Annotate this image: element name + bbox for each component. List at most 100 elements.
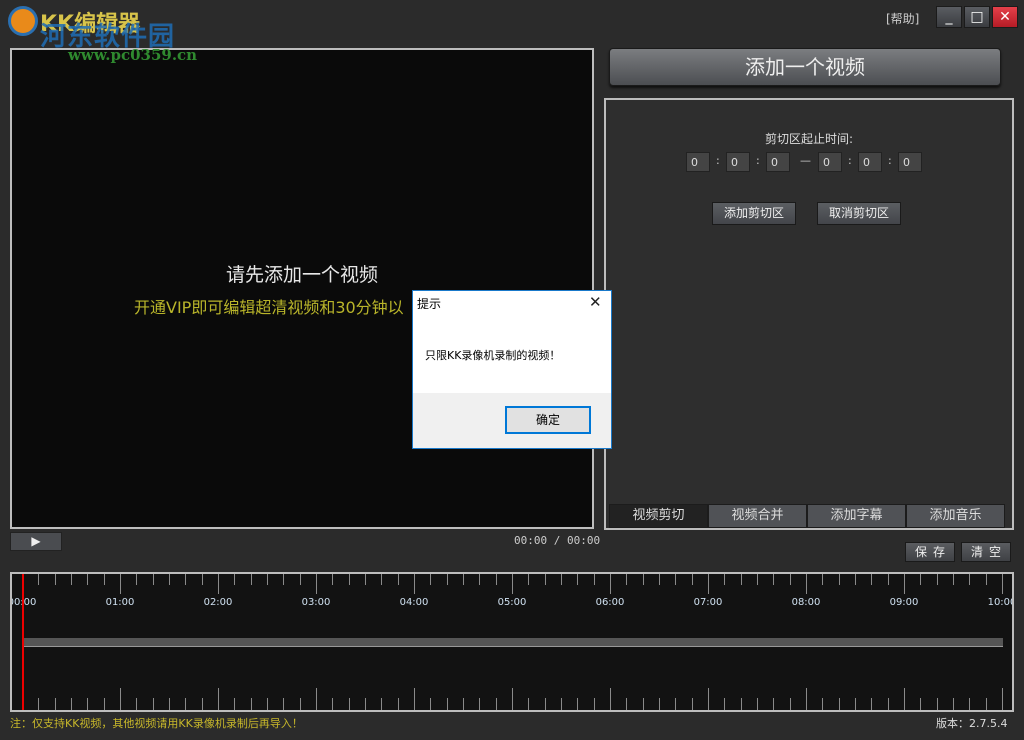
tick-mark <box>593 574 595 585</box>
tick-mark <box>1002 574 1003 594</box>
vip-promo-text[interactable]: 开通VIP即可编辑超清视频和30分钟以 <box>134 294 404 318</box>
tick-label: 08:00 <box>791 597 821 608</box>
tick-label: 05:00 <box>497 597 527 608</box>
video-preview: 请先添加一个视频 开通VIP即可编辑超清视频和30分钟以 <box>10 48 594 529</box>
tick-mark <box>675 574 677 585</box>
tick-mark <box>593 698 595 710</box>
end-minute-input[interactable]: 0 <box>858 152 882 172</box>
tick-mark <box>299 698 301 710</box>
tick-mark <box>201 698 203 710</box>
tick-mark <box>71 698 72 710</box>
tick-mark <box>234 698 236 710</box>
close-button[interactable]: ✕ <box>992 6 1018 28</box>
maximize-button[interactable]: □ <box>964 6 990 28</box>
dash: — <box>800 154 811 167</box>
tick-mark <box>397 698 399 710</box>
tab-video-merge[interactable]: 视频合并 <box>708 504 807 528</box>
tick-mark <box>332 574 334 585</box>
tick-mark <box>659 574 660 585</box>
tick-mark <box>1002 688 1003 710</box>
tick-mark <box>577 698 579 710</box>
tick-mark <box>446 698 448 710</box>
minimize-button[interactable]: _ <box>936 6 962 28</box>
start-hour-input[interactable]: 0 <box>686 152 710 172</box>
clear-button[interactable]: 清空 <box>961 542 1011 562</box>
tick-mark <box>120 574 121 594</box>
tick-label: 09:00 <box>889 597 919 608</box>
tick-mark <box>822 574 824 585</box>
tick-mark <box>381 574 383 585</box>
tick-mark <box>71 574 72 585</box>
tick-mark <box>283 698 285 710</box>
tick-mark <box>299 574 301 585</box>
version-label: 版本：2.7.5.4 <box>936 717 1008 730</box>
tick-mark <box>855 698 856 710</box>
tick-mark <box>953 698 954 710</box>
tick-label: 07:00 <box>693 597 723 608</box>
tick-mark <box>316 574 317 594</box>
tick-mark <box>969 698 971 710</box>
tick-mark <box>169 574 170 585</box>
add-video-button[interactable]: 添加一个视频 <box>609 48 1001 86</box>
tick-mark <box>103 574 105 585</box>
time-readout: 00:00 / 00:00 <box>514 534 601 547</box>
tick-mark <box>185 574 187 585</box>
tick-mark <box>724 574 726 585</box>
tab-add-music[interactable]: 添加音乐 <box>906 504 1005 528</box>
tick-mark <box>414 574 415 594</box>
tick-mark <box>479 698 481 710</box>
tick-mark <box>463 698 464 710</box>
tick-mark <box>708 574 709 594</box>
timeline-track[interactable] <box>22 638 1003 647</box>
playhead[interactable] <box>22 574 24 710</box>
dialog-close-icon[interactable]: ✕ <box>589 293 602 311</box>
tick-mark <box>610 574 611 594</box>
cancel-cut-button[interactable]: 取消剪切区 <box>817 202 901 225</box>
watermark-url: www.pc0359.cn <box>68 46 198 64</box>
start-second-input[interactable]: 0 <box>766 152 790 172</box>
tick-mark <box>936 698 938 710</box>
tick-mark <box>985 698 987 710</box>
tick-mark <box>201 574 203 585</box>
dialog-footer: 确定 <box>413 393 611 448</box>
tick-mark <box>626 574 628 585</box>
tab-add-subtitle[interactable]: 添加字幕 <box>807 504 906 528</box>
tick-mark <box>920 698 922 710</box>
tick-mark <box>38 698 40 710</box>
tick-mark <box>757 698 758 710</box>
tab-video-cut[interactable]: 视频剪切 <box>609 504 708 528</box>
tick-mark <box>806 688 807 710</box>
play-button[interactable]: ▶ <box>10 532 62 551</box>
tick-mark <box>54 698 56 710</box>
tick-mark <box>136 698 138 710</box>
tick-mark <box>561 698 562 710</box>
timeline[interactable]: 00:0001:0002:0003:0004:0005:0006:0007:00… <box>10 572 1014 712</box>
end-hour-input[interactable]: 0 <box>818 152 842 172</box>
tick-mark <box>267 698 268 710</box>
help-link[interactable]: [帮助] <box>886 10 919 27</box>
tick-mark <box>626 698 628 710</box>
tick-mark <box>430 698 432 710</box>
ok-button[interactable]: 确定 <box>505 406 591 434</box>
tick-mark <box>512 574 513 594</box>
tick-mark <box>250 574 252 585</box>
tick-mark <box>757 574 758 585</box>
tick-mark <box>218 688 219 710</box>
dialog-title: 提示 <box>417 297 442 311</box>
tick-mark <box>544 698 546 710</box>
colon: : <box>756 154 760 167</box>
tick-mark <box>936 574 938 585</box>
tick-mark <box>855 574 856 585</box>
colon: : <box>716 154 720 167</box>
tick-mark <box>348 574 350 585</box>
add-cut-button[interactable]: 添加剪切区 <box>712 202 796 225</box>
tick-mark <box>528 698 530 710</box>
save-button[interactable]: 保存 <box>905 542 955 562</box>
tick-mark <box>365 574 366 585</box>
tick-mark <box>495 698 497 710</box>
tick-mark <box>512 688 513 710</box>
end-second-input[interactable]: 0 <box>898 152 922 172</box>
tick-mark <box>675 698 677 710</box>
start-minute-input[interactable]: 0 <box>726 152 750 172</box>
tick-mark <box>479 574 481 585</box>
